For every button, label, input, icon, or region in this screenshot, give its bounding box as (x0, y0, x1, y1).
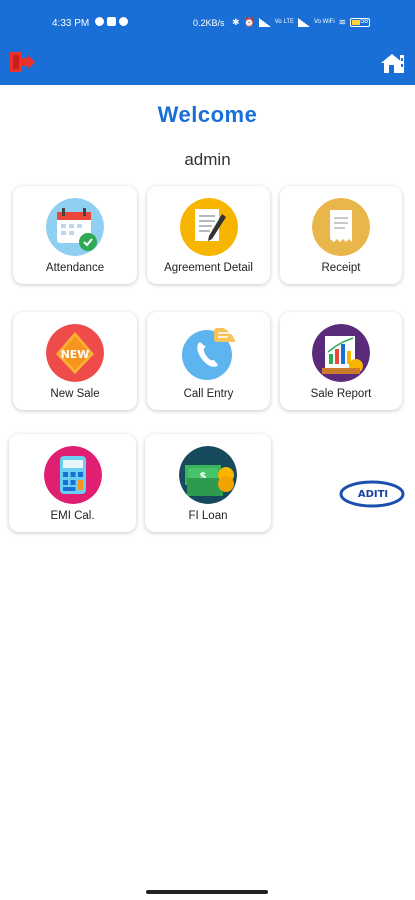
menu-card-agreement-detail[interactable]: Agreement Detail (147, 186, 270, 284)
new-tag-icon: NEW (46, 324, 104, 382)
alarm-icon: ⏰ (243, 17, 255, 27)
system-icons: ✱ ⏰ Vo LTE Vo WiFi ≋ 58 (232, 17, 371, 28)
brand-logo: ADITI (339, 480, 405, 508)
phone-icon (181, 328, 236, 380)
menu-label: Receipt (321, 262, 361, 274)
username-label: admin (184, 150, 231, 169)
status-time: 4:33 PM (52, 18, 90, 29)
gesture-nav-bar[interactable] (146, 890, 268, 894)
menu-label: Attendance (45, 262, 105, 274)
wifi-icon: ≋ (338, 17, 347, 27)
net-speed: 0.2KB/s (193, 18, 225, 28)
brand-logo-text: ADITI (358, 489, 388, 500)
status-bar: 4:33 PM 0.2KB/s ✱ ⏰ Vo LTE Vo WiFi ≋ 58 (0, 0, 415, 40)
receipt-icon (312, 198, 370, 256)
app-bar (0, 40, 415, 85)
signal-icon (298, 18, 310, 27)
menu-label: EMI Cal. (50, 510, 95, 522)
svg-text:NEW: NEW (61, 348, 90, 361)
menu-label: Sale Report (310, 388, 372, 400)
battery-level: 58 (360, 18, 369, 25)
vowifi-label: Vo WiFi (314, 19, 335, 25)
notification-icon (119, 17, 128, 26)
calendar-icon (46, 198, 104, 256)
logout-icon[interactable] (8, 49, 36, 75)
menu-card-emi-calc[interactable]: EMI Cal. (9, 434, 136, 532)
menu-card-fi-loan[interactable]: $ FI Loan (145, 434, 271, 532)
battery-icon: 58 (350, 18, 371, 27)
menu-card-sale-report[interactable]: Sale Report (280, 312, 402, 410)
welcome-title: Welcome (157, 102, 258, 127)
signal-icon (258, 18, 271, 27)
home-icon[interactable] (379, 51, 407, 75)
document-pen-icon (179, 198, 238, 256)
money-icon: $ (179, 446, 237, 504)
linkedin-icon (107, 17, 116, 26)
menu-card-call-entry[interactable]: Call Entry (147, 312, 270, 410)
menu-label: FI Loan (188, 510, 228, 522)
menu-card-attendance[interactable]: Attendance (13, 186, 137, 284)
menu-card-receipt[interactable]: Receipt (280, 186, 402, 284)
calculator-icon (43, 446, 102, 504)
report-chart-icon (312, 324, 370, 382)
notification-icon (95, 17, 104, 26)
menu-label: New Sale (50, 388, 100, 400)
volte-label: Vo LTE (274, 19, 294, 25)
menu-label: Agreement Detail (164, 262, 253, 274)
menu-label: Call Entry (183, 388, 234, 400)
notification-icons (95, 17, 128, 26)
bluetooth-icon: ✱ (232, 17, 240, 27)
menu-card-new-sale[interactable]: NEW New Sale (13, 312, 137, 410)
